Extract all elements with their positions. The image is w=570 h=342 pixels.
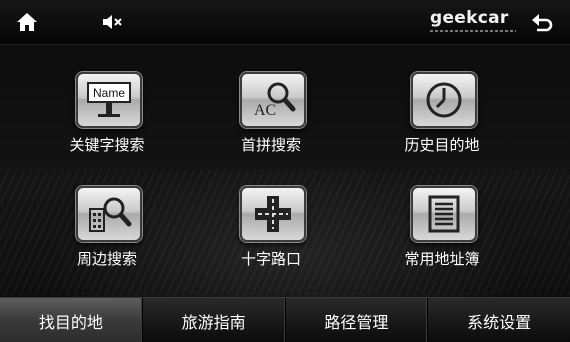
keyword-search-button[interactable]: Name (76, 72, 142, 128)
brand-logo: geekcar (430, 9, 522, 35)
navigation-screen: geekcar Name 关键字搜索 AC 首拼搜索 历史目的地 周边搜索 十字… (0, 0, 570, 342)
bottom-tab-bar: 找目的地 旅游指南 路径管理 系统设置 (0, 297, 570, 342)
address-book-label: 常用地址簿 (404, 250, 480, 268)
tab-find-destination[interactable]: 找目的地 (0, 298, 143, 342)
initials-search-label: 首拼搜索 (240, 136, 301, 154)
volume-mute-icon (103, 15, 122, 29)
address-book-icon (428, 195, 460, 233)
history-destination-button[interactable] (411, 72, 477, 128)
back-button[interactable] (524, 8, 560, 36)
crossroad-button[interactable] (240, 186, 306, 242)
clock-icon (426, 82, 462, 118)
keyword-search-label: 关键字搜索 (69, 136, 145, 154)
history-destination-label: 历史目的地 (404, 136, 480, 154)
history-destination-tile[interactable]: 历史目的地 (375, 72, 515, 172)
home-button[interactable] (10, 8, 44, 36)
initials-search-tile[interactable]: AC 首拼搜索 (204, 72, 344, 172)
back-arrow-icon (532, 14, 553, 32)
nearby-search-tile[interactable]: 周边搜索 (40, 186, 180, 286)
brand-underline (430, 30, 516, 32)
name-sign-text: Name (93, 86, 125, 100)
crossroad-label: 十字路口 (240, 250, 301, 268)
building-magnifier-icon (89, 197, 132, 232)
abc-magnifier-icon: AC (254, 82, 296, 119)
crossroad-tile[interactable]: 十字路口 (204, 186, 344, 286)
address-book-tile[interactable]: 常用地址簿 (375, 186, 515, 286)
nearby-search-label: 周边搜索 (76, 250, 137, 268)
nearby-search-button[interactable] (76, 186, 142, 242)
address-book-button[interactable] (411, 186, 477, 242)
crossroad-icon (255, 196, 291, 232)
tab-travel-guide[interactable]: 旅游指南 (143, 298, 286, 342)
mute-button[interactable] (96, 8, 130, 36)
tab-route-management[interactable]: 路径管理 (286, 298, 429, 342)
brand-name: geekcar (430, 8, 509, 28)
home-icon (17, 13, 37, 31)
keyword-search-tile[interactable]: Name 关键字搜索 (40, 72, 180, 172)
name-sign-icon: Name (87, 82, 131, 117)
tab-system-settings[interactable]: 系统设置 (428, 298, 570, 342)
abc-magnifier-text: AC (254, 102, 276, 119)
top-bar: geekcar (0, 0, 570, 45)
initials-search-button[interactable]: AC (240, 72, 306, 128)
